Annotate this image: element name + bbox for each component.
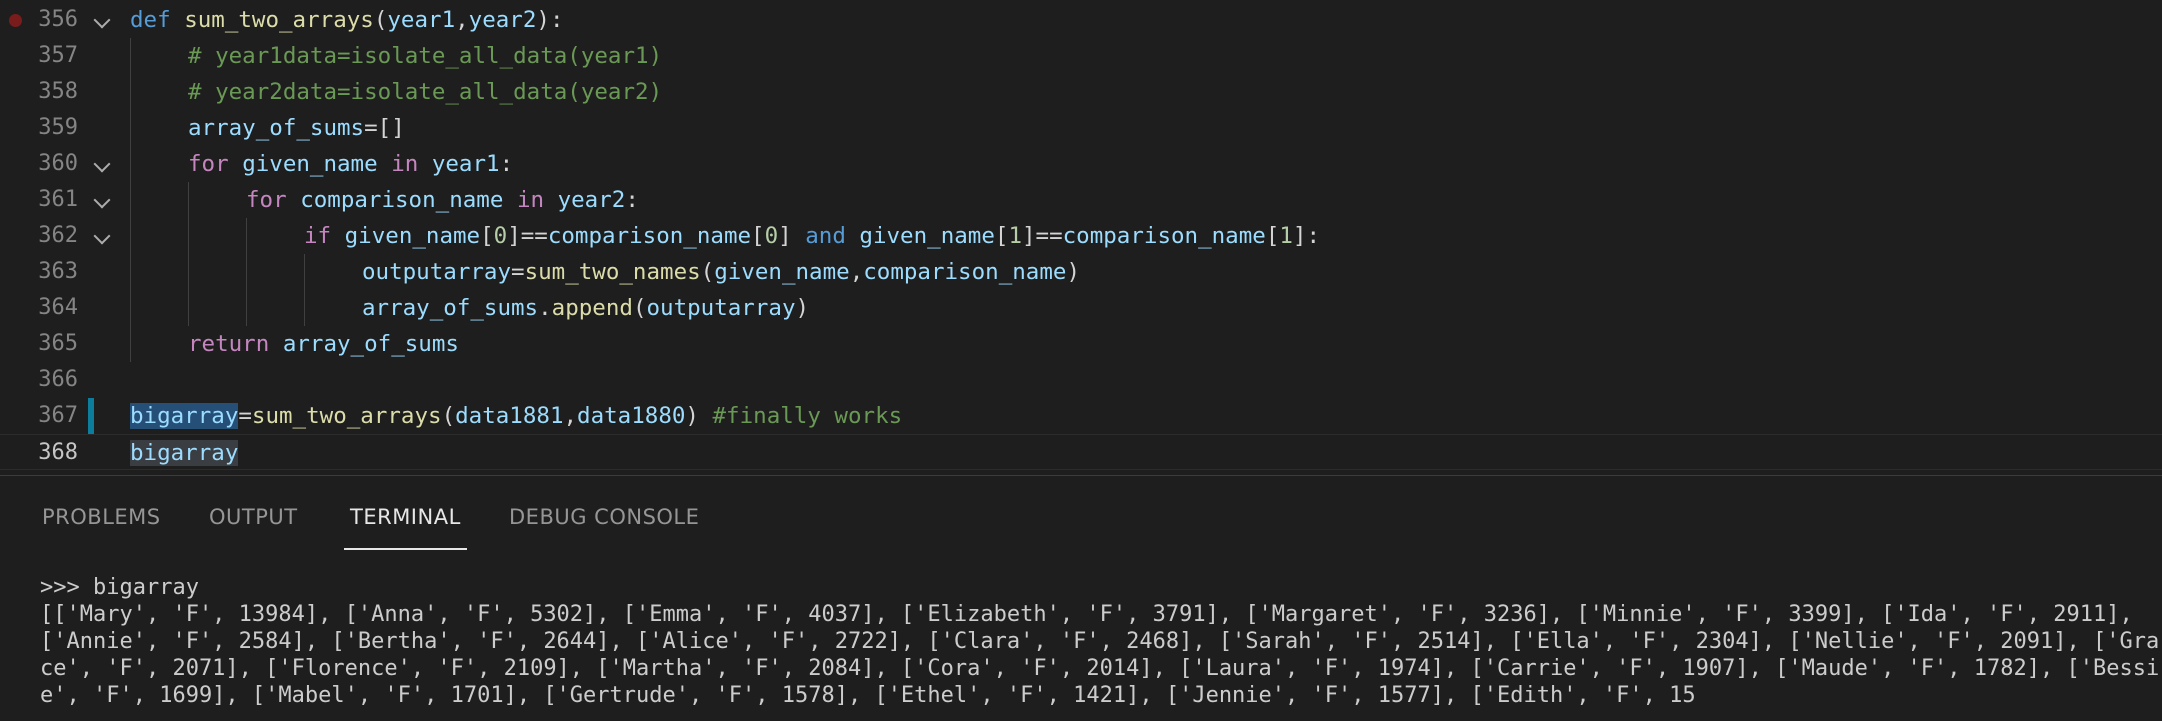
git-modified-marker (88, 398, 94, 434)
code-line[interactable]: 363 outputarray=sum_two_names(given_name… (0, 254, 2162, 290)
indent-guide (130, 110, 131, 146)
line-number: 356 (38, 7, 78, 32)
code-text: bigarray=sum_two_arrays(data1881,data188… (130, 403, 903, 429)
code-line-current[interactable]: 368 bigarray (0, 434, 2162, 470)
indent-guide (130, 74, 131, 110)
code-text: return array_of_sums (188, 331, 459, 357)
indent-guide (188, 254, 189, 290)
line-number: 364 (38, 295, 78, 320)
chevron-down-icon[interactable] (93, 191, 111, 209)
chevron-down-icon[interactable] (93, 11, 111, 29)
tab-terminal[interactable]: TERMINAL (344, 476, 467, 550)
indent-guide (246, 290, 247, 326)
code-editor[interactable]: 356 def sum_two_arrays(year1,year2): 357… (0, 0, 2162, 475)
chevron-down-icon[interactable] (93, 227, 111, 245)
indent-guide (130, 218, 131, 254)
indent-guide (246, 254, 247, 290)
indent-guide (188, 218, 189, 254)
code-text: for comparison_name in year2: (246, 187, 639, 213)
code-line[interactable]: 357 # year1data=isolate_all_data(year1) (0, 38, 2162, 74)
indent-guide (130, 254, 131, 290)
line-number: 368 (38, 440, 78, 465)
code-text: bigarray (130, 440, 239, 466)
code-text: if given_name[0]==comparison_name[0] and… (304, 223, 1321, 249)
terminal-prompt: >>> bigarray (40, 575, 199, 600)
code-text: outputarray=sum_two_names(given_name,com… (362, 259, 1080, 285)
code-line[interactable]: 360 for given_name in year1: (0, 146, 2162, 182)
indent-guide (130, 290, 131, 326)
tab-debug-console[interactable]: DEBUG CONSOLE (509, 476, 699, 548)
indent-guide (188, 182, 189, 218)
line-number: 365 (38, 331, 78, 356)
code-text: array_of_sums=[] (188, 115, 405, 141)
line-number: 362 (38, 223, 78, 248)
tab-problems[interactable]: PROBLEMS (42, 476, 161, 548)
indent-guide (304, 290, 305, 326)
indent-guide (130, 146, 131, 182)
terminal-result: [['Mary', 'F', 13984], ['Anna', 'F', 530… (40, 602, 2160, 708)
indent-guide (188, 290, 189, 326)
indent-guide (130, 326, 131, 362)
line-number: 367 (38, 403, 78, 428)
line-number: 366 (38, 367, 78, 392)
code-line[interactable]: 356 def sum_two_arrays(year1,year2): (0, 2, 2162, 38)
terminal-output[interactable]: >>> bigarray [['Mary', 'F', 13984], ['Ann… (40, 574, 2160, 709)
code-line[interactable]: 359 array_of_sums=[] (0, 110, 2162, 146)
code-text: def sum_two_arrays(year1,year2): (130, 7, 564, 33)
code-text: # year1data=isolate_all_data(year1) (188, 43, 663, 69)
tab-output[interactable]: OUTPUT (209, 476, 298, 548)
code-text: # year2data=isolate_all_data(year2) (188, 79, 663, 105)
line-number: 363 (38, 259, 78, 284)
line-number: 361 (38, 187, 78, 212)
code-line[interactable]: 366 (0, 362, 2162, 398)
code-line[interactable]: 367 bigarray=sum_two_arrays(data1881,dat… (0, 398, 2162, 434)
indent-guide (130, 182, 131, 218)
code-line[interactable]: 361 for comparison_name in year2: (0, 182, 2162, 218)
line-number: 357 (38, 43, 78, 68)
line-number: 358 (38, 79, 78, 104)
line-number: 360 (38, 151, 78, 176)
indent-guide (246, 218, 247, 254)
code-text: for given_name in year1: (188, 151, 514, 177)
code-text: array_of_sums.append(outputarray) (362, 295, 810, 321)
panel-tabs: PROBLEMS OUTPUT TERMINAL DEBUG CONSOLE (0, 476, 2162, 550)
chevron-down-icon[interactable] (93, 155, 111, 173)
code-line[interactable]: 365 return array_of_sums (0, 326, 2162, 362)
code-line[interactable]: 364 array_of_sums.append(outputarray) (0, 290, 2162, 326)
line-number: 359 (38, 115, 78, 140)
indent-guide (130, 38, 131, 74)
code-line[interactable]: 358 # year2data=isolate_all_data(year2) (0, 74, 2162, 110)
bottom-panel: PROBLEMS OUTPUT TERMINAL DEBUG CONSOLE >… (0, 475, 2162, 721)
indent-guide (304, 254, 305, 290)
code-line[interactable]: 362 if given_name[0]==comparison_name[0]… (0, 218, 2162, 254)
